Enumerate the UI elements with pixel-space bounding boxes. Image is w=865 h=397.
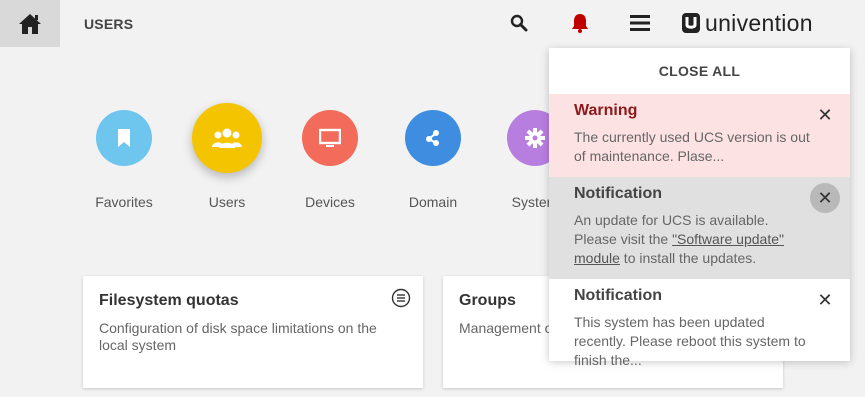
notification-title: Notification	[574, 185, 662, 202]
notification-panel: CLOSE ALL Warning The currently used UCS…	[549, 48, 850, 368]
card-description: Configuration of disk space limitations …	[99, 320, 377, 353]
category-devices[interactable]: Devices	[280, 110, 380, 210]
close-icon[interactable]: ✕	[810, 183, 840, 213]
univention-logo: univention	[681, 10, 813, 36]
notification-body: The currently used UCS version is out of…	[574, 129, 810, 164]
notification-title: Warning	[574, 102, 638, 119]
users-circle	[192, 103, 262, 173]
bell-icon	[572, 14, 588, 33]
card-title: Filesystem quotas	[99, 292, 239, 309]
notification-body: This system has been updated recently. P…	[574, 314, 806, 368]
list-icon	[391, 288, 411, 308]
notification-reboot[interactable]: Notification This system has been update…	[549, 279, 850, 368]
home-icon	[19, 13, 41, 34]
category-label: Favorites	[95, 194, 153, 210]
logo-text: univention	[705, 9, 813, 36]
notification-warning[interactable]: Warning The currently used UCS version i…	[549, 94, 850, 177]
category-label: Devices	[305, 194, 355, 210]
category-favorites[interactable]: Favorites	[74, 110, 174, 210]
search-button[interactable]	[509, 13, 529, 33]
notification-body: An update for UCS is available. Please v…	[574, 211, 810, 268]
category-users[interactable]: Users	[177, 103, 277, 210]
home-button[interactable]	[0, 0, 60, 47]
notification-title: Notification	[574, 287, 662, 304]
category-label: Users	[208, 194, 246, 210]
monitor-icon	[319, 128, 341, 147]
close-icon[interactable]: ✕	[810, 285, 840, 315]
page-title: USERS	[84, 16, 134, 32]
share-icon	[426, 130, 439, 146]
devices-circle	[302, 110, 358, 166]
favorites-circle	[96, 110, 152, 166]
gear-icon	[525, 128, 545, 148]
notification-body-text: to install the updates.	[619, 250, 757, 266]
bookmark-icon	[118, 129, 130, 147]
users-icon	[212, 128, 242, 148]
notifications-button[interactable]	[569, 12, 591, 34]
category-domain[interactable]: Domain	[383, 110, 483, 210]
main-menu-button[interactable]	[630, 14, 650, 32]
close-icon[interactable]: ✕	[810, 100, 840, 130]
category-label: Domain	[408, 194, 458, 210]
search-icon	[510, 14, 528, 32]
menu-icon	[630, 15, 650, 31]
domain-circle	[405, 110, 461, 166]
notification-update[interactable]: Notification An update for UCS is availa…	[549, 177, 850, 279]
module-card-filesystem-quotas[interactable]: Filesystem quotas Configuration of disk …	[83, 276, 423, 388]
card-menu-button[interactable]	[391, 288, 411, 313]
close-all-button[interactable]: CLOSE ALL	[549, 48, 850, 94]
univention-logo-icon	[682, 13, 700, 33]
